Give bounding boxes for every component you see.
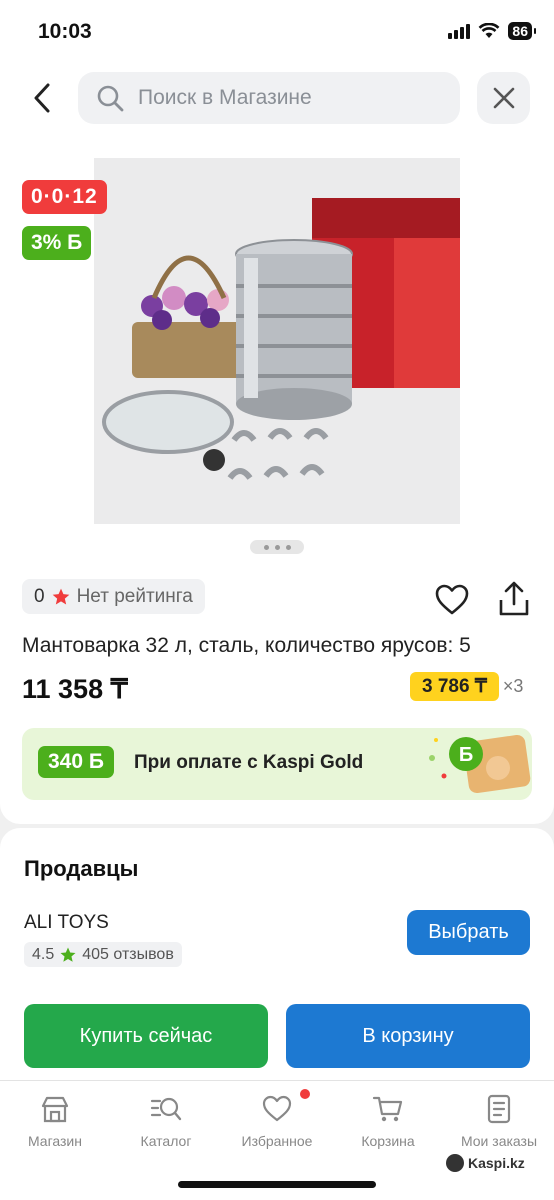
status-time: 10:03 bbox=[38, 20, 92, 43]
battery-indicator: 86 bbox=[508, 22, 536, 40]
rating-value: 0 bbox=[34, 585, 45, 607]
tab-cart[interactable]: Корзина bbox=[333, 1093, 443, 1149]
tab-label: Корзина bbox=[361, 1133, 415, 1149]
seller-reviews: 405 отзывов bbox=[82, 945, 174, 963]
rating-pill[interactable]: 0 Нет рейтинга bbox=[22, 579, 205, 614]
star-icon bbox=[60, 947, 76, 962]
kaspi-gold-banner[interactable]: 340 Б При оплате с Kaspi Gold Б bbox=[22, 728, 532, 800]
sellers-title: Продавцы bbox=[24, 856, 139, 881]
product-image[interactable] bbox=[94, 158, 460, 524]
gold-bonus-badge: 340 Б bbox=[38, 746, 114, 778]
kaspi-gold-card-icon: Б bbox=[429, 734, 531, 794]
gallery-dot bbox=[274, 544, 280, 550]
shop-icon bbox=[41, 1096, 69, 1123]
add-to-cart-button[interactable]: В корзину bbox=[286, 1004, 530, 1068]
kaspi-watermark: Kaspi.kz bbox=[446, 1154, 525, 1172]
share-icon[interactable] bbox=[496, 580, 532, 618]
gold-banner-text: При оплате с Kaspi Gold bbox=[134, 752, 364, 773]
search-input[interactable]: Поиск в Магазине bbox=[78, 72, 460, 124]
product-card: 0·0·12 3% Б 0 Нет рейтинга Мантоварка 32… bbox=[0, 136, 554, 824]
installment-offer[interactable]: 3 786 ₸ ×3 bbox=[410, 672, 523, 701]
catalog-icon bbox=[150, 1097, 182, 1121]
rating-text: Нет рейтинга bbox=[76, 585, 193, 607]
seller-rating: 4.5 405 отзывов bbox=[24, 942, 182, 967]
tab-catalog[interactable]: Каталог bbox=[111, 1093, 221, 1149]
signal-icon bbox=[448, 23, 471, 39]
tab-label: Избранное bbox=[241, 1133, 313, 1149]
header: Поиск в Магазине bbox=[0, 62, 554, 136]
sellers-section: Продавцы ALI TOYS 4.5 405 отзывов Выбрат… bbox=[0, 828, 554, 1080]
bonus-percent-badge: 3% Б bbox=[22, 226, 92, 260]
gallery-pagination bbox=[250, 540, 304, 554]
home-indicator[interactable] bbox=[178, 1181, 376, 1188]
search-icon bbox=[97, 85, 124, 112]
promo-timer-badge: 0·0·12 bbox=[22, 180, 107, 214]
svg-text:Б: Б bbox=[459, 744, 473, 766]
product-photo bbox=[94, 158, 460, 524]
tab-orders[interactable]: Мои заказы bbox=[444, 1093, 554, 1149]
watermark-text: Kaspi.kz bbox=[468, 1155, 525, 1171]
orders-icon bbox=[487, 1094, 511, 1124]
seller-rating-value: 4.5 bbox=[32, 945, 55, 963]
tab-label: Магазин bbox=[27, 1133, 82, 1149]
kaspi-logo-icon bbox=[446, 1154, 464, 1172]
installment-multiplier: ×3 bbox=[502, 676, 524, 696]
close-icon bbox=[493, 87, 514, 109]
back-button[interactable] bbox=[24, 78, 60, 118]
cart-icon bbox=[372, 1096, 403, 1122]
choose-seller-button[interactable]: Выбрать bbox=[407, 910, 530, 955]
close-button[interactable] bbox=[477, 72, 530, 124]
installment-amount: 3 786 ₸ bbox=[410, 672, 499, 701]
tab-label: Каталог bbox=[140, 1133, 192, 1149]
chevron-left-icon bbox=[34, 83, 50, 113]
product-price: 11 358 ₸ bbox=[22, 674, 128, 704]
status-icons: 86 bbox=[448, 22, 536, 40]
wifi-icon bbox=[479, 23, 500, 38]
product-title: Мантоварка 32 л, сталь, количество ярусо… bbox=[22, 634, 471, 657]
gallery-dot bbox=[263, 544, 269, 550]
tab-favorites[interactable]: Избранное bbox=[222, 1089, 332, 1149]
tab-shop[interactable]: Магазин bbox=[0, 1093, 110, 1149]
search-placeholder: Поиск в Магазине bbox=[138, 86, 312, 109]
gallery-dot bbox=[285, 544, 291, 550]
favorite-heart-icon[interactable] bbox=[434, 582, 470, 618]
status-bar: 10:03 86 bbox=[0, 0, 554, 62]
tab-label: Мои заказы bbox=[460, 1133, 538, 1149]
star-icon bbox=[52, 588, 69, 604]
heart-icon bbox=[262, 1095, 292, 1122]
notification-dot bbox=[300, 1089, 310, 1099]
seller-name[interactable]: ALI TOYS bbox=[24, 912, 109, 934]
buy-now-button[interactable]: Купить сейчас bbox=[24, 1004, 268, 1068]
